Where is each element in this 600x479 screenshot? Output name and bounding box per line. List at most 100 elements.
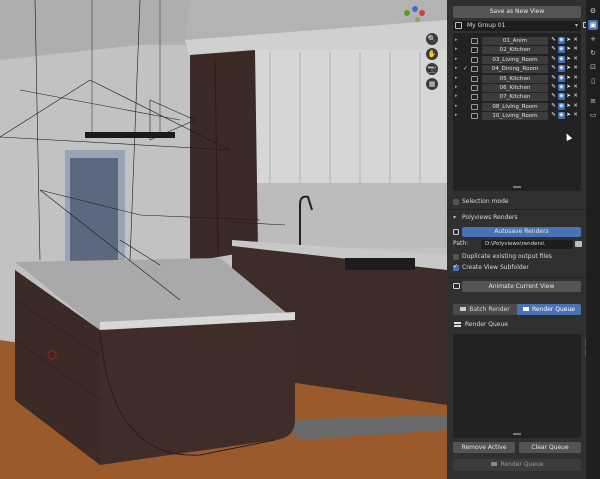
hand-icon[interactable]: ✋	[426, 48, 438, 60]
chevron-down-icon[interactable]: ▾	[453, 214, 456, 222]
pointer-icon[interactable]: ➤	[565, 75, 572, 82]
close-icon[interactable]: ✕	[572, 37, 579, 44]
axis-neg-dot[interactable]	[415, 17, 420, 22]
axis-gizmo[interactable]	[402, 5, 432, 27]
pointer-icon[interactable]: ➤	[565, 112, 572, 119]
view-name[interactable]: 03_Living_Room	[482, 55, 548, 64]
view-name[interactable]: 07_Kitchen	[482, 93, 548, 102]
edit-icon[interactable]: ✎	[550, 112, 557, 119]
render-camera-icon[interactable]: ◉	[558, 65, 565, 73]
path-input[interactable]: D:\Polyviews\renders\	[481, 240, 573, 249]
animate-current-view-button[interactable]: Animate Current View	[462, 281, 581, 292]
duplicate-files-checkbox[interactable]	[453, 254, 459, 260]
zoom-icon[interactable]: 🔍	[426, 33, 438, 45]
view-row[interactable]: ▸ 08_Living_Room ✎ ◉ ➤ ✕	[453, 102, 579, 111]
edit-icon[interactable]: ✎	[550, 56, 557, 63]
list-tab-icon[interactable]: ≡	[588, 96, 598, 106]
close-icon[interactable]: ✕	[572, 112, 579, 119]
render-tab-icon[interactable]: ▭	[588, 110, 598, 120]
close-icon[interactable]: ✕	[572, 75, 579, 82]
view-row[interactable]: ▸ 10_Living_Room ✎ ◉ ➤ ✕	[453, 111, 579, 121]
expand-arrow-icon[interactable]: ▸	[455, 36, 458, 45]
view-row[interactable]: ▸ 05_Kitchen ✎ ◉ ➤ ✕	[453, 74, 579, 83]
pointer-icon[interactable]: ➤	[565, 65, 572, 72]
3d-viewport[interactable]: 🔍 ✋ 📷 ▦	[0, 0, 447, 479]
edit-icon[interactable]: ✎	[550, 103, 557, 110]
view-row[interactable]: ▸ 07_Kitchen ✎ ◉ ➤ ✕	[453, 92, 579, 102]
list-resize-handle[interactable]	[513, 186, 521, 188]
view-row[interactable]: ▸ 06_Kitchen ✎ ◉ ➤ ✕	[453, 83, 579, 92]
render-camera-icon[interactable]: ◉	[558, 46, 565, 54]
pointer-icon[interactable]: ➤	[565, 37, 572, 44]
save-as-new-view-button[interactable]: Save as New View	[453, 6, 581, 18]
refresh-icon[interactable]: ↻	[588, 48, 598, 58]
list-resize-handle[interactable]	[513, 433, 521, 435]
selection-mode-checkbox[interactable]	[453, 199, 459, 205]
pointer-icon[interactable]: ➤	[565, 84, 572, 91]
edit-icon[interactable]: ✎	[550, 46, 557, 53]
autosave-renders-toggle[interactable]: Autosave Renders	[462, 227, 581, 237]
group-selector[interactable]: My Group 01 ▾	[453, 21, 581, 31]
view-name[interactable]: 01_Anim	[482, 37, 548, 45]
expand-arrow-icon[interactable]: ▸	[455, 55, 458, 64]
chevron-down-icon[interactable]: ▾	[575, 21, 578, 31]
polyviews-tab-icon[interactable]: ▣	[588, 20, 598, 30]
render-camera-icon[interactable]: ◉	[558, 55, 565, 63]
edit-icon[interactable]: ✎	[550, 84, 557, 91]
delete-icon[interactable]: ▯	[588, 76, 598, 86]
render-camera-icon[interactable]: ◉	[558, 93, 565, 101]
render-camera-icon[interactable]: ◉	[558, 112, 565, 120]
remove-active-button[interactable]: Remove Active	[453, 442, 515, 453]
view-name[interactable]: 06_Kitchen	[482, 84, 548, 92]
render-queue-list[interactable]	[453, 334, 581, 438]
edit-icon[interactable]: ✎	[550, 93, 557, 100]
render-camera-icon[interactable]: ◉	[558, 74, 565, 82]
camera-view-icon[interactable]: 📷	[426, 63, 438, 75]
close-icon[interactable]: ✕	[572, 46, 579, 53]
expand-arrow-icon[interactable]: ▸	[455, 83, 458, 92]
axis-x-dot[interactable]	[419, 10, 425, 16]
expand-arrow-icon[interactable]: ▸	[455, 92, 458, 101]
pointer-icon[interactable]: ➤	[565, 93, 572, 100]
renders-section-title[interactable]: Polyviews Renders	[462, 214, 518, 222]
views-list[interactable]: ▸ 01_Anim ✎ ◉ ➤ ✕ ▸ 02_Kitchen ✎ ◉ ➤ ✕ ▸ 03_Living_Ro…	[453, 33, 581, 191]
add-view-icon[interactable]: +	[588, 34, 598, 44]
view-name[interactable]: 05_Kitchen	[482, 74, 548, 83]
close-icon[interactable]: ✕	[572, 65, 579, 72]
expand-arrow-icon[interactable]: ▸	[455, 74, 458, 83]
edit-icon[interactable]: ✎	[550, 37, 557, 44]
close-icon[interactable]: ✕	[572, 93, 579, 100]
view-name[interactable]: 02_Kitchen	[482, 46, 548, 55]
grid-icon[interactable]: ▦	[426, 78, 438, 90]
view-row[interactable]: ▸ 02_Kitchen ✎ ◉ ➤ ✕	[453, 45, 579, 55]
view-row[interactable]: ▸ 03_Living_Room ✎ ◉ ➤ ✕	[453, 55, 579, 64]
clear-queue-button[interactable]: Clear Queue	[519, 442, 581, 453]
view-row[interactable]: ▸ ✓ 04_Dining_Room ✎ ◉ ➤ ✕	[453, 64, 579, 74]
render-camera-icon[interactable]: ◉	[558, 37, 565, 44]
tab-batch-render[interactable]: Batch Render	[453, 304, 517, 315]
expand-arrow-icon[interactable]: ▸	[455, 102, 458, 111]
render-camera-icon[interactable]: ◉	[558, 102, 565, 110]
expand-arrow-icon[interactable]: ▸	[455, 111, 458, 120]
render-queue-button[interactable]: Render Queue	[453, 459, 581, 471]
close-icon[interactable]: ✕	[572, 103, 579, 110]
pointer-icon[interactable]: ➤	[565, 103, 572, 110]
pointer-icon[interactable]: ➤	[565, 56, 572, 63]
view-active-check[interactable]: ✓	[463, 64, 471, 73]
close-icon[interactable]: ✕	[572, 84, 579, 91]
pointer-icon[interactable]: ➤	[565, 46, 572, 53]
folder-icon[interactable]	[575, 241, 582, 247]
edit-icon[interactable]: ✎	[550, 65, 557, 72]
view-name[interactable]: 08_Living_Room	[482, 102, 548, 111]
create-subfolder-checkbox[interactable]	[453, 263, 459, 271]
axis-z-dot[interactable]	[412, 6, 418, 12]
axis-y-dot[interactable]	[404, 10, 410, 16]
tool-icon[interactable]: ⚙	[588, 6, 598, 16]
edit-icon[interactable]: ✎	[550, 75, 557, 82]
view-name[interactable]: 10_Living_Room	[482, 112, 548, 121]
view-row[interactable]: ▸ 01_Anim ✎ ◉ ➤ ✕	[453, 36, 579, 45]
expand-arrow-icon[interactable]: ▸	[455, 64, 458, 73]
render-camera-icon[interactable]: ◉	[558, 84, 565, 91]
view-name[interactable]: 04_Dining_Room	[482, 65, 548, 74]
close-icon[interactable]: ✕	[572, 56, 579, 63]
